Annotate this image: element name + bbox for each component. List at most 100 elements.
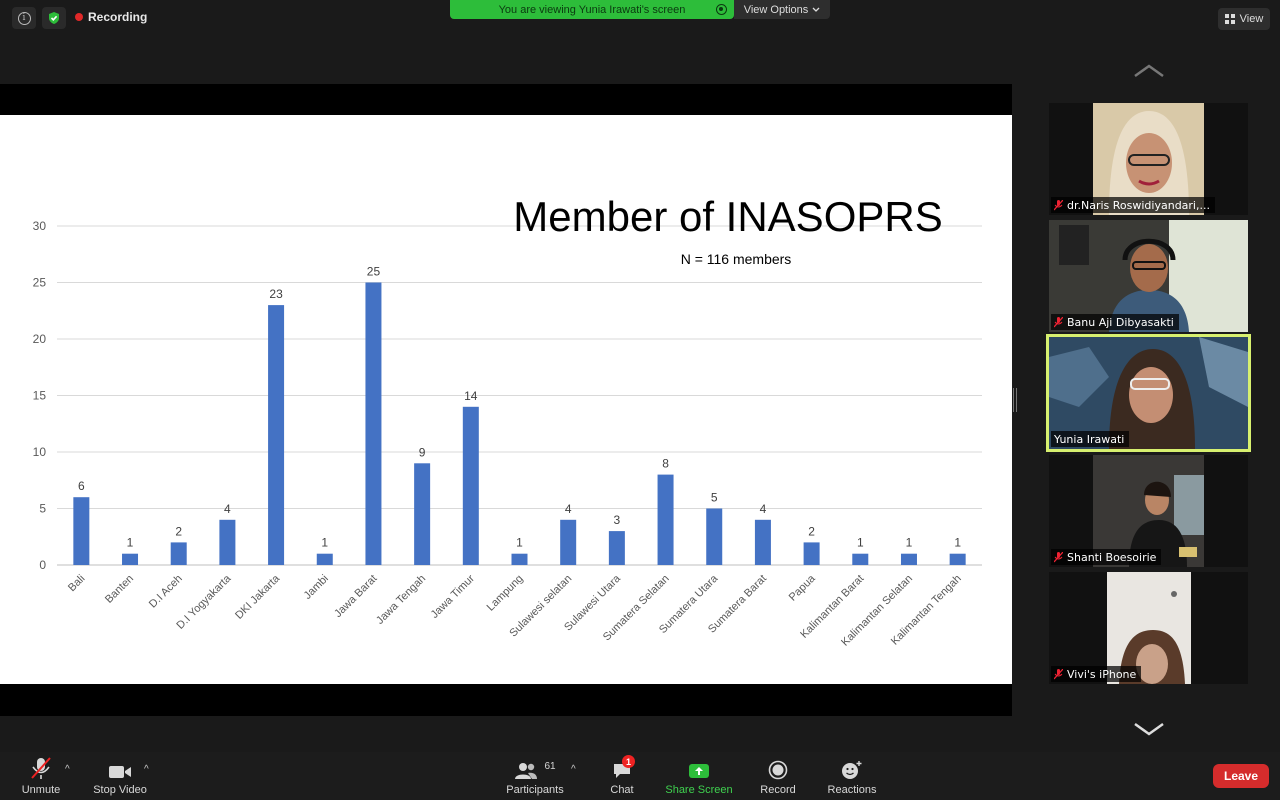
participant-tile[interactable]: dr.Naris Roswidiyandari,...	[1049, 103, 1248, 215]
chat-unread-badge: 1	[622, 755, 635, 768]
bar	[122, 553, 139, 565]
video-options-chevron-icon[interactable]: ^	[144, 764, 149, 775]
participant-tile-active-speaker[interactable]: Yunia Irawati	[1046, 334, 1251, 452]
bar	[754, 519, 771, 565]
y-tick-label: 15	[33, 389, 47, 403]
record-button[interactable]: Record	[758, 752, 798, 800]
category-label: Jawa Tengah	[374, 573, 428, 627]
gallery-down-chevron-icon[interactable]	[1133, 720, 1165, 738]
stop-video-button[interactable]: Stop Video	[90, 752, 150, 800]
data-label: 2	[175, 524, 182, 538]
muted-mic-icon	[1053, 199, 1064, 211]
viewing-banner: You are viewing Yunia Irawati's screen	[450, 0, 734, 19]
data-label: 25	[367, 265, 381, 279]
participant-tile[interactable]: Vivi's iPhone	[1049, 572, 1248, 684]
data-label: 1	[954, 536, 961, 550]
bar	[900, 553, 917, 565]
unmute-label: Unmute	[21, 784, 61, 796]
chart-title: Member of INASOPRS	[513, 193, 942, 240]
bar	[608, 531, 625, 565]
record-icon	[768, 760, 788, 780]
muted-microphone-icon	[31, 757, 51, 779]
recording-dot-icon	[75, 13, 83, 21]
share-screen-label: Share Screen	[665, 784, 733, 796]
data-label: 9	[419, 445, 426, 459]
participant-name-tag: dr.Naris Roswidiyandari,...	[1051, 197, 1215, 213]
chevron-down-icon	[812, 7, 820, 12]
shared-screen: 0 5 10 15 20 25 30 6 1 2 4 23 1 25 9 14 1 4 3 8 5 4 2 1 1 1 Bali…	[0, 84, 1012, 716]
data-label: 14	[464, 389, 478, 403]
unmute-button[interactable]: Unmute	[18, 752, 64, 800]
share-indicator-icon	[716, 4, 727, 15]
participant-name: Shanti Boesoirie	[1067, 550, 1157, 564]
view-options-button[interactable]: View Options	[734, 0, 830, 19]
bar	[852, 553, 869, 565]
recording-label: Recording	[88, 10, 148, 24]
view-label: View	[1239, 13, 1264, 25]
chat-label: Chat	[610, 784, 634, 796]
y-tick-label: 20	[33, 332, 47, 346]
grid-view-icon	[1224, 14, 1235, 24]
data-label: 4	[565, 502, 572, 516]
presentation-slide: 0 5 10 15 20 25 30 6 1 2 4 23 1 25 9 14 1 4 3 8 5 4 2 1 1 1 Bali…	[0, 115, 1012, 684]
category-label: Jawa Timur	[429, 572, 477, 620]
participant-name-tag: Banu Aji Dibyasakti	[1051, 314, 1179, 330]
participant-name: Banu Aji Dibyasakti	[1067, 315, 1174, 329]
y-tick-label: 0	[39, 558, 46, 572]
participant-name-tag: Yunia Irawati	[1051, 431, 1130, 447]
leave-button[interactable]: Leave	[1213, 764, 1269, 788]
gallery-up-chevron-icon[interactable]	[1133, 62, 1165, 80]
y-tick-label: 30	[33, 219, 47, 233]
data-label: 3	[614, 513, 621, 527]
view-options-label: View Options	[743, 3, 809, 16]
bar	[365, 282, 382, 565]
reactions-smiley-icon	[842, 761, 862, 779]
data-label: 1	[516, 536, 523, 550]
bar-chart: 051015202530 61242312591414385421 1 1 Bali…	[33, 193, 982, 649]
bar	[511, 553, 528, 565]
audio-options-chevron-icon[interactable]: ^	[65, 764, 70, 775]
resize-handle[interactable]	[1013, 388, 1017, 412]
participants-button[interactable]: 61 Participants	[505, 752, 565, 800]
chat-button[interactable]: 1 Chat	[605, 752, 639, 800]
data-label: 23	[269, 287, 283, 301]
shield-check-icon	[49, 12, 59, 24]
participant-name: dr.Naris Roswidiyandari,...	[1067, 198, 1210, 212]
data-label: 8	[662, 457, 669, 471]
bar	[268, 305, 285, 565]
data-label: 4	[760, 502, 767, 516]
video-camera-icon	[109, 766, 131, 778]
participant-name: Yunia Irawati	[1054, 432, 1125, 446]
category-label: Banten	[103, 573, 136, 606]
security-button[interactable]	[42, 7, 66, 29]
meeting-info-button[interactable]: i	[12, 7, 36, 29]
category-label: Papua	[787, 572, 819, 604]
data-label: 1	[857, 536, 864, 550]
recording-indicator[interactable]: Recording	[75, 10, 147, 24]
bar	[803, 542, 820, 565]
data-label: 4	[224, 502, 231, 516]
category-label: Lampung	[485, 573, 526, 614]
meeting-toolbar: Unmute ^ Stop Video ^ 61 Participants ^ …	[0, 752, 1280, 800]
bar	[73, 497, 90, 565]
view-button[interactable]: View	[1218, 8, 1270, 30]
share-screen-icon	[689, 764, 709, 778]
data-label: 2	[808, 524, 815, 538]
participants-icon	[515, 763, 538, 779]
data-label: 6	[78, 479, 85, 493]
stop-video-label: Stop Video	[93, 784, 147, 796]
share-screen-button[interactable]: Share Screen	[664, 752, 734, 800]
category-label: DKI Jakarta	[233, 572, 283, 622]
participant-name: Vivi's iPhone	[1067, 667, 1137, 681]
participant-tile[interactable]: Shanti Boesoirie	[1049, 455, 1248, 567]
participants-count: 61	[544, 761, 556, 772]
participants-options-chevron-icon[interactable]: ^	[571, 764, 576, 775]
bar	[706, 508, 723, 565]
data-label: 1	[321, 536, 328, 550]
participants-label: Participants	[506, 784, 564, 796]
participant-tile[interactable]: Banu Aji Dibyasakti	[1049, 220, 1248, 332]
category-label: Jambi	[302, 573, 331, 602]
y-tick-label: 5	[39, 502, 46, 516]
reactions-button[interactable]: Reactions	[826, 752, 878, 800]
participant-name-tag: Shanti Boesoirie	[1051, 549, 1162, 565]
